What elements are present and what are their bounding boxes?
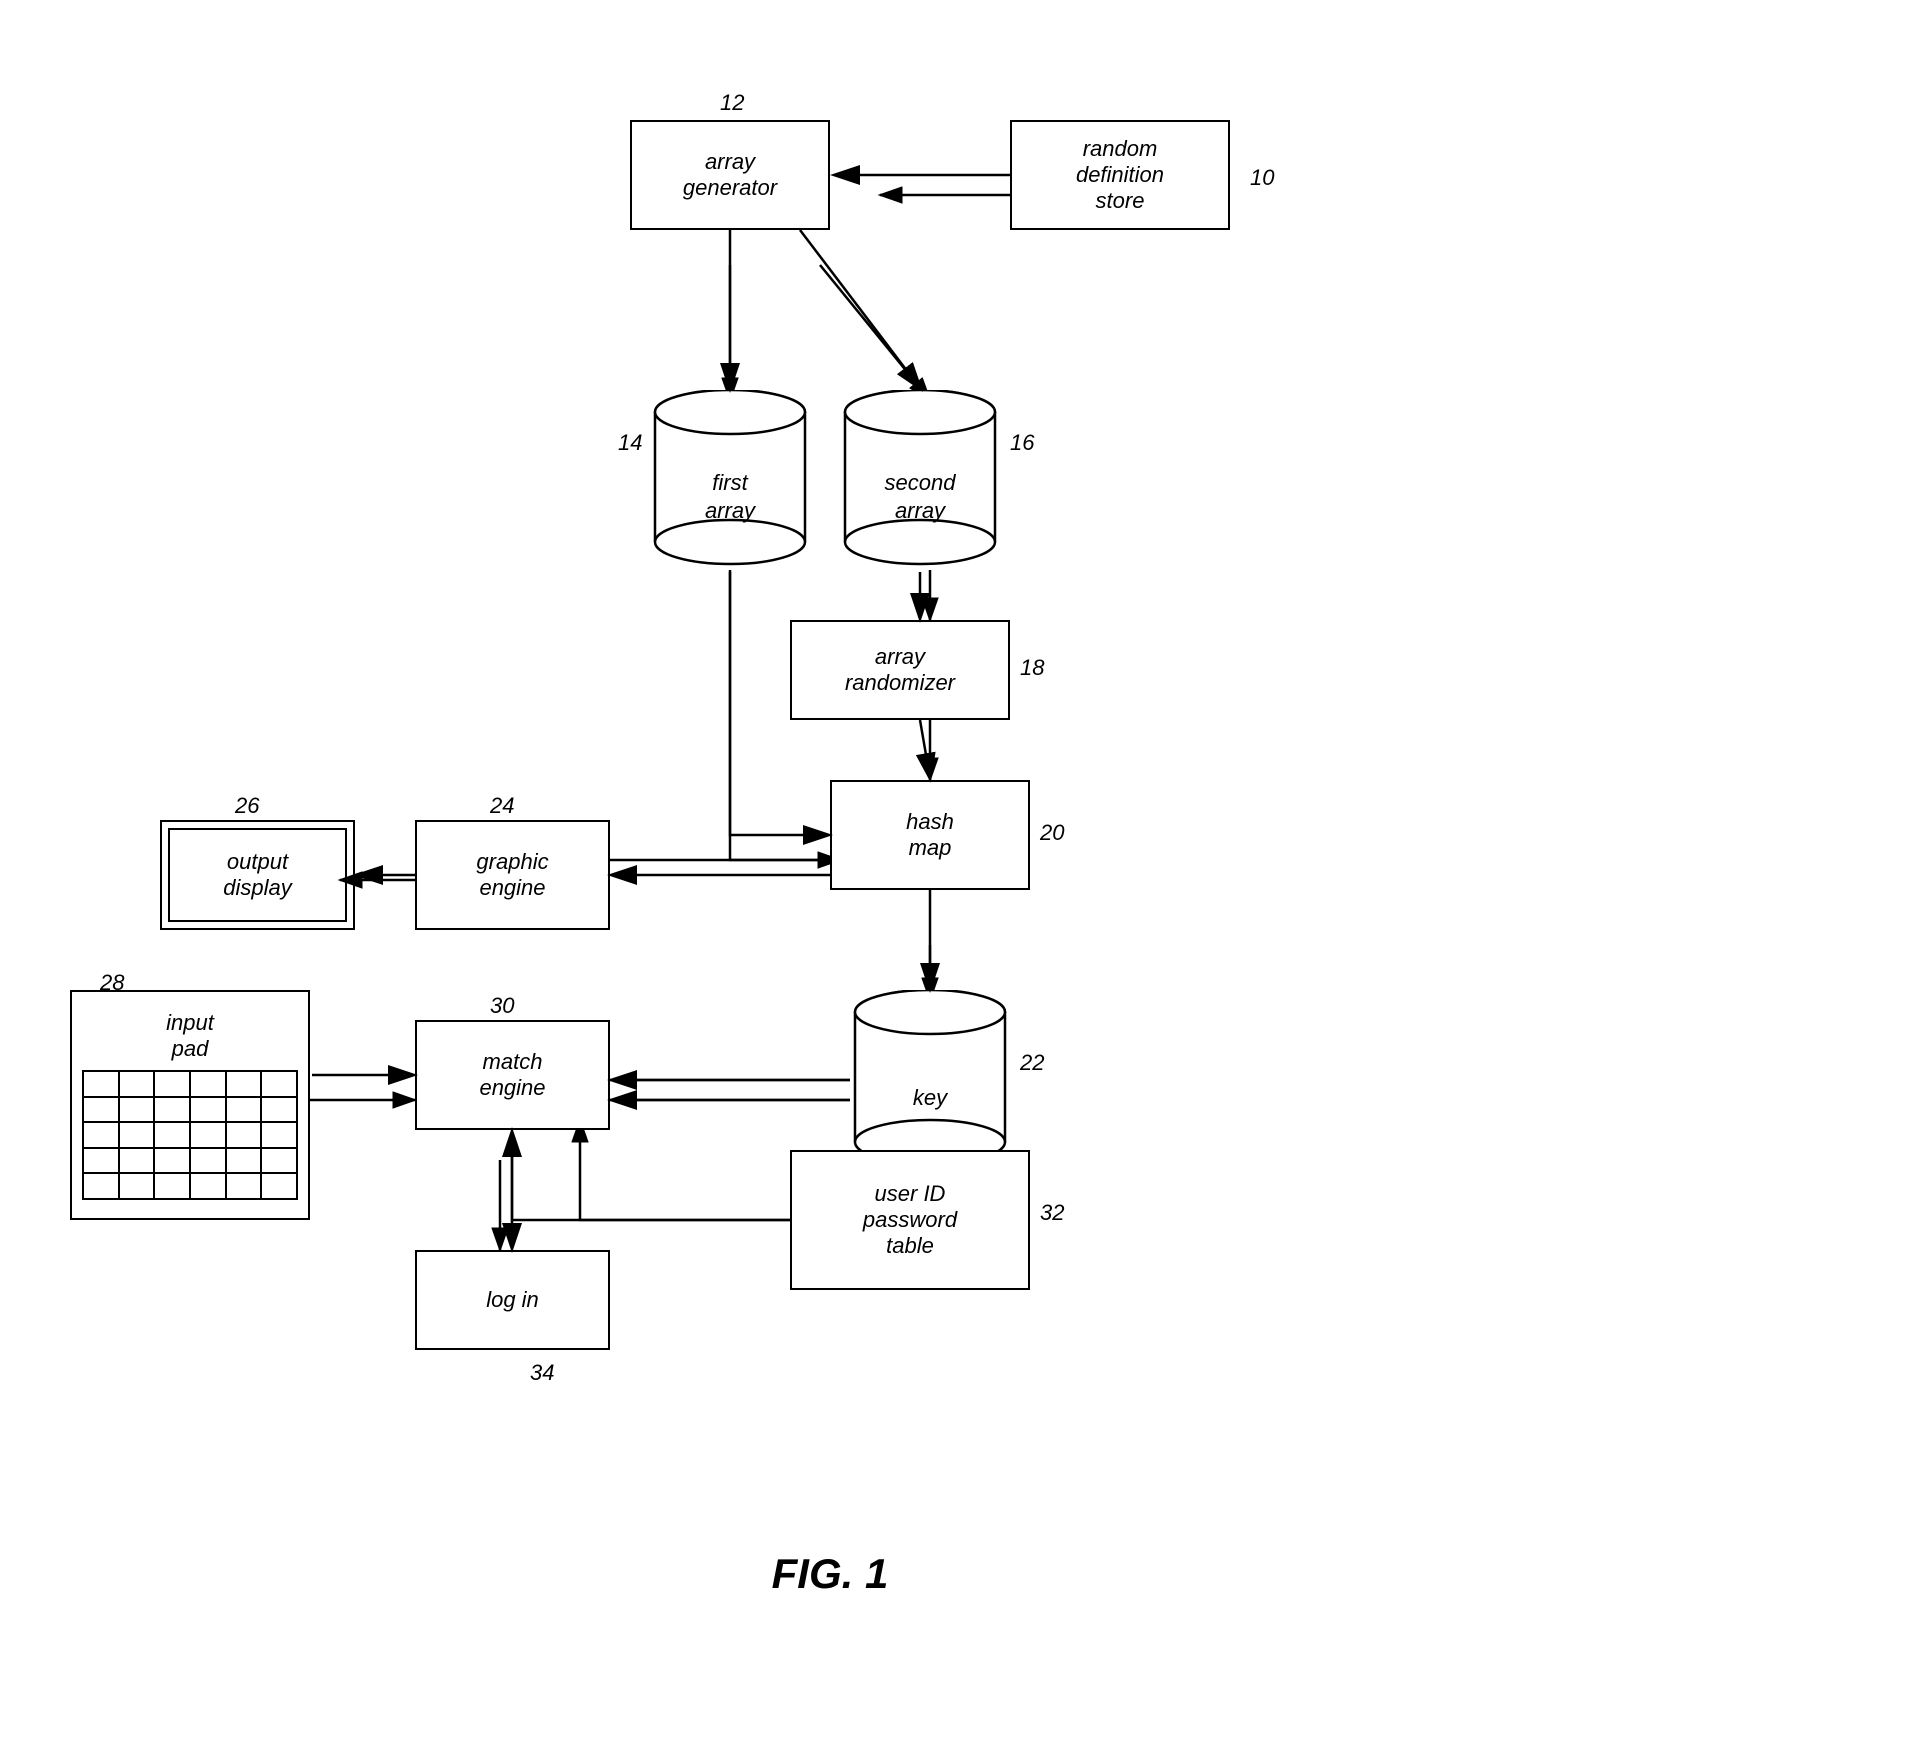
random-def-store-node: random definition store — [1010, 120, 1230, 230]
key-cylinder-svg: key — [850, 990, 1010, 1170]
match-engine-node: match engine — [415, 1020, 610, 1130]
output-display-ref: 26 — [235, 793, 259, 819]
key-node: key — [850, 990, 1010, 1170]
user-id-password-table-node: user ID password table — [790, 1150, 1030, 1290]
match-engine-ref: 30 — [490, 993, 514, 1019]
input-pad-node: input pad — [70, 990, 310, 1220]
svg-text:first: first — [712, 470, 748, 495]
output-display-label: output display — [223, 849, 291, 901]
hash-map-ref: 20 — [1040, 820, 1064, 846]
match-engine-label: match engine — [479, 1049, 545, 1101]
first-array-cylinder-svg: first array — [650, 390, 810, 570]
input-pad-ref: 28 — [100, 970, 124, 996]
graphic-engine-ref: 24 — [490, 793, 514, 819]
svg-text:array: array — [895, 498, 947, 523]
hash-map-label: hash map — [906, 809, 954, 861]
diagram: array generator 12 random definition sto… — [0, 0, 1905, 1758]
svg-text:key: key — [913, 1085, 949, 1110]
figure-title: FIG. 1 — [680, 1550, 980, 1598]
array-randomizer-ref: 18 — [1020, 655, 1044, 681]
random-def-store-label: random definition store — [1076, 136, 1164, 214]
graphic-engine-node: graphic engine — [415, 820, 610, 930]
key-ref: 22 — [1020, 1050, 1044, 1076]
second-array-ref: 16 — [1010, 430, 1034, 456]
array-generator-node: array generator — [630, 120, 830, 230]
array-generator-label: array generator — [683, 149, 777, 201]
figure-title-text: FIG. 1 — [772, 1550, 889, 1597]
output-display-node: output display — [160, 820, 355, 930]
random-def-store-ref: 10 — [1250, 165, 1274, 191]
input-pad-label: input pad — [166, 1010, 214, 1062]
first-array-node: first array — [650, 390, 810, 570]
log-in-node: log in — [415, 1250, 610, 1350]
second-array-cylinder-svg: second array — [840, 390, 1000, 570]
log-in-label: log in — [486, 1287, 539, 1313]
second-array-node: second array — [840, 390, 1000, 570]
log-in-ref: 34 — [530, 1360, 554, 1386]
array-generator-ref: 12 — [720, 90, 744, 116]
svg-text:array: array — [705, 498, 757, 523]
array-randomizer-label: array randomizer — [845, 644, 955, 696]
array-randomizer-node: array randomizer — [790, 620, 1010, 720]
graphic-engine-label: graphic engine — [476, 849, 548, 901]
output-display-inner: output display — [168, 828, 347, 922]
hash-map-node: hash map — [830, 780, 1030, 890]
user-id-password-table-ref: 32 — [1040, 1200, 1064, 1226]
first-array-ref: 14 — [618, 430, 642, 456]
svg-text:second: second — [885, 470, 957, 495]
user-id-password-table-label: user ID password table — [863, 1181, 957, 1259]
